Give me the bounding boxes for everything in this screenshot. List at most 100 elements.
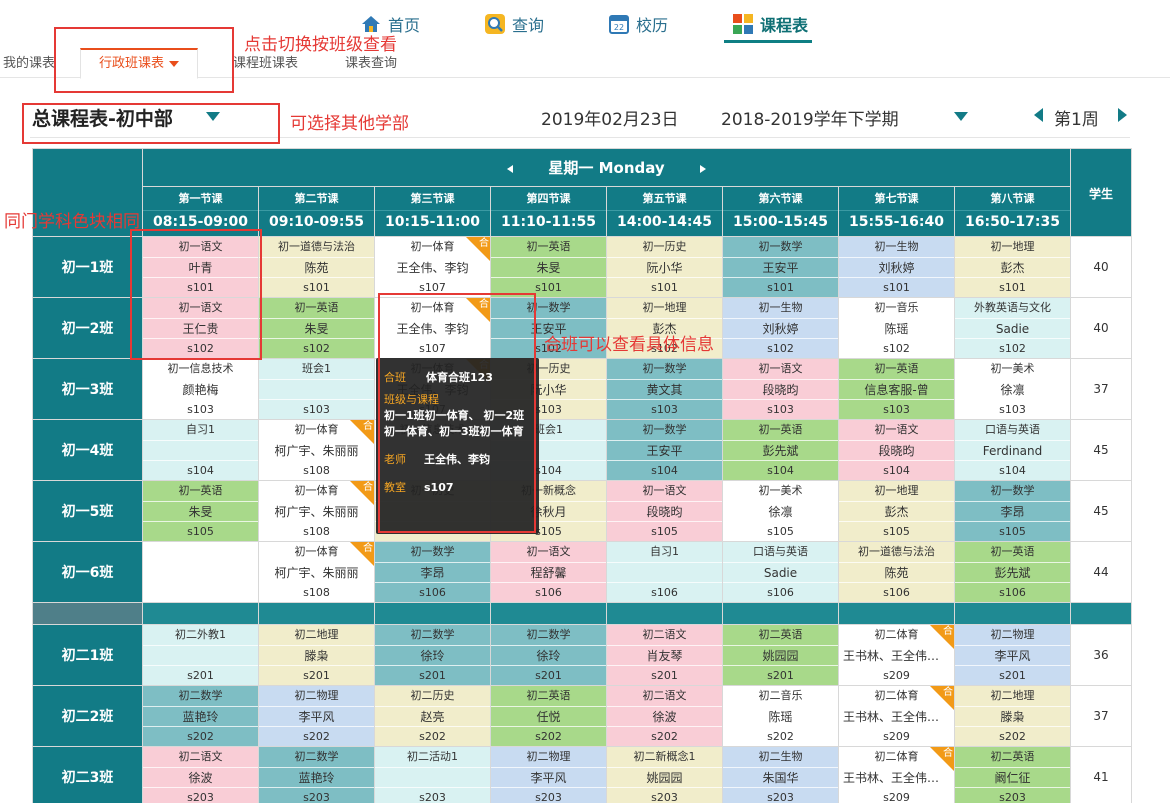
- separator-cell: [953, 602, 1072, 625]
- class-name[interactable]: 初一1班: [32, 236, 143, 298]
- lesson-cell[interactable]: 初二新概念1 姚园园 s203: [607, 747, 722, 803]
- lesson-cell[interactable]: 初一道德与法治 陈苑 s106: [839, 542, 954, 602]
- lesson-cell[interactable]: 初一数学 李昂 s105: [955, 481, 1071, 541]
- lesson-cell[interactable]: 初二数学 徐玲 s201: [491, 625, 606, 685]
- lesson-cell[interactable]: 初一地理 彭杰 s101: [955, 237, 1071, 297]
- lesson-room: s203: [491, 787, 606, 803]
- lesson-cell[interactable]: 班会1 s103: [259, 359, 374, 419]
- lesson-cell[interactable]: 初一道德与法治 陈苑 s101: [259, 237, 374, 297]
- lesson-cell[interactable]: 初一语文 段晓昀 s103: [723, 359, 838, 419]
- merge-badge[interactable]: 合: [466, 237, 490, 261]
- lesson-teacher: 段晓昀: [839, 440, 954, 460]
- lesson-cell[interactable]: 初二地理 滕枭 s202: [955, 686, 1071, 746]
- lesson-room: s105: [723, 521, 838, 541]
- lesson-cell[interactable]: 初二音乐 陈瑶 s202: [723, 686, 838, 746]
- lesson-cell[interactable]: 初二数学 蓝艳玲 s203: [259, 747, 374, 803]
- lesson-cell[interactable]: 初一生物 刘秋婷 s101: [839, 237, 954, 297]
- class-name[interactable]: 初二2班: [32, 685, 143, 747]
- lesson-cell[interactable]: 初二生物 朱国华 s203: [723, 747, 838, 803]
- lesson-cell[interactable]: 初二历史 赵亮 s202: [375, 686, 490, 746]
- lesson-cell[interactable]: 初二语文 徐波 s202: [607, 686, 722, 746]
- lesson-cell[interactable]: 初二数学 徐玲 s201: [375, 625, 490, 685]
- class-name[interactable]: 初一6班: [32, 541, 143, 603]
- lesson-cell[interactable]: 初一英语 朱旻 s101: [491, 237, 606, 297]
- lesson-cell[interactable]: 初二语文 肖友琴 s201: [607, 625, 722, 685]
- class-name[interactable]: 初一4班: [32, 419, 143, 481]
- prev-week-icon[interactable]: [1034, 108, 1043, 122]
- lesson-cell[interactable]: 初一体育王全伟、李钧s107合: [375, 237, 490, 297]
- nav-timetable[interactable]: 课程表: [732, 6, 808, 42]
- lesson-cell[interactable]: 口语与英语 Ferdinand s104: [955, 420, 1071, 480]
- lesson-cell[interactable]: 初一数学 黄文其 s103: [607, 359, 722, 419]
- class-name[interactable]: 初二3班: [32, 746, 143, 803]
- lesson-cell[interactable]: 初一数学 王安平 s101: [723, 237, 838, 297]
- lesson-cell[interactable]: 初二物理 李平风 s202: [259, 686, 374, 746]
- lesson-cell[interactable]: 自习1 s104: [143, 420, 258, 480]
- tab-my-timetable[interactable]: 我的课表: [3, 50, 55, 78]
- lesson-cell[interactable]: 初二体育 王书林、王全伟、… s209 合: [839, 747, 954, 803]
- lesson-cell[interactable]: 初一体育 柯广宇、朱丽丽 s108 合: [259, 481, 374, 541]
- lesson-cell[interactable]: 外教英语与文化 Sadie s102: [955, 298, 1071, 358]
- merge-badge[interactable]: 合: [930, 686, 954, 710]
- class-name[interactable]: 初一2班: [32, 297, 143, 359]
- term-selector[interactable]: 2018-2019学年下学期: [721, 105, 899, 130]
- lesson-cell[interactable]: 初二语文 徐波 s203: [143, 747, 258, 803]
- lesson-cell[interactable]: 初一生物 刘秋婷 s102: [723, 298, 838, 358]
- lesson-cell[interactable]: 初一体育 柯广宇、朱丽丽 s108 合: [259, 420, 374, 480]
- prev-day-icon[interactable]: [507, 164, 514, 173]
- next-day-icon[interactable]: [699, 164, 706, 173]
- lesson-cell[interactable]: 初一历史 阮小华 s101: [607, 237, 722, 297]
- lesson-cell[interactable]: 初一英语 彭先斌 s104: [723, 420, 838, 480]
- nav-calendar[interactable]: 22 校历: [608, 6, 668, 42]
- lesson-cell[interactable]: 初二物理 李平风 s201: [955, 625, 1071, 685]
- lesson-room: s101: [607, 277, 722, 297]
- merge-badge[interactable]: 合: [350, 481, 374, 505]
- lesson-cell[interactable]: 初二英语 阚仁征 s203: [955, 747, 1071, 803]
- merge-badge[interactable]: 合: [930, 747, 954, 771]
- lesson-cell[interactable]: 初一英语 朱旻 s102: [259, 298, 374, 358]
- lesson-cell[interactable]: 初二体育 王书林、王全伟、… s209 合: [839, 625, 954, 685]
- lesson-cell[interactable]: 初二数学 蓝艳玲 s202: [143, 686, 258, 746]
- lesson-cell[interactable]: 初二物理 李平风 s203: [491, 747, 606, 803]
- lesson-cell[interactable]: 初一美术 徐凛 s103: [955, 359, 1071, 419]
- lesson-cell-wrap: 初一体育 柯广宇、朱丽丽 s108 合: [258, 480, 375, 542]
- lesson-cell[interactable]: 初一语文 段晓昀 s104: [839, 420, 954, 480]
- class-name[interactable]: 初二1班: [32, 624, 143, 686]
- lesson-cell[interactable]: 初一音乐 陈瑶 s102: [839, 298, 954, 358]
- lesson-cell[interactable]: 初一信息技术 颜艳梅 s103: [143, 359, 258, 419]
- lesson-cell[interactable]: 初二英语 姚园园 s201: [723, 625, 838, 685]
- class-name[interactable]: 初一3班: [32, 358, 143, 420]
- lesson-cell-wrap: 初二体育 王书林、王全伟、… s209 合: [838, 685, 955, 747]
- lesson-cell[interactable]: 初二体育 王书林、王全伟、… s209 合: [839, 686, 954, 746]
- lesson-cell[interactable]: 初二英语 任悦 s202: [491, 686, 606, 746]
- lesson-room: s106: [839, 582, 954, 602]
- next-week-icon[interactable]: [1118, 108, 1127, 122]
- lesson-cell[interactable]: 口语与英语 Sadie s106: [723, 542, 838, 602]
- student-count: 41: [1070, 746, 1133, 803]
- lesson-cell[interactable]: 初一数学 王安平 s104: [607, 420, 722, 480]
- lesson-cell[interactable]: 初一语文 段晓昀 s105: [607, 481, 722, 541]
- lesson-cell[interactable]: 初一美术 徐凛 s105: [723, 481, 838, 541]
- lesson-cell[interactable]: 自习1 s106: [607, 542, 722, 602]
- lesson-cell[interactable]: 初一地理 彭杰 s105: [839, 481, 954, 541]
- lesson-cell[interactable]: 初一英语 信息客服-曾 s103: [839, 359, 954, 419]
- period-time: 11:10-11:55: [491, 209, 606, 233]
- lesson-cell[interactable]: 初一语文 程舒馨 s106: [491, 542, 606, 602]
- lesson-cell-wrap: 初二历史 赵亮 s202: [374, 685, 491, 747]
- merge-badge[interactable]: 合: [930, 625, 954, 649]
- lesson-cell[interactable]: [143, 542, 258, 602]
- lesson-cell[interactable]: 初一体育 柯广宇、朱丽丽 s108 合: [259, 542, 374, 602]
- lesson-room: [143, 582, 258, 602]
- lesson-cell[interactable]: 初二外教1 s201: [143, 625, 258, 685]
- merge-badge[interactable]: 合: [350, 420, 374, 444]
- lesson-cell[interactable]: 初一数学 李昂 s106: [375, 542, 490, 602]
- lesson-cell[interactable]: 初二活动1 s203: [375, 747, 490, 803]
- lesson-cell[interactable]: 初二地理 滕枭 s201: [259, 625, 374, 685]
- merge-badge[interactable]: 合: [350, 542, 374, 566]
- term-dropdown-icon[interactable]: [954, 112, 968, 121]
- class-name[interactable]: 初一5班: [32, 480, 143, 542]
- nav-search[interactable]: 查询: [484, 6, 544, 42]
- lesson-cell[interactable]: 初一英语 彭先斌 s106: [955, 542, 1071, 602]
- lesson-cell[interactable]: 初一英语 朱旻 s105: [143, 481, 258, 541]
- lesson-cell-wrap: 初一地理 彭杰 s105: [838, 480, 955, 542]
